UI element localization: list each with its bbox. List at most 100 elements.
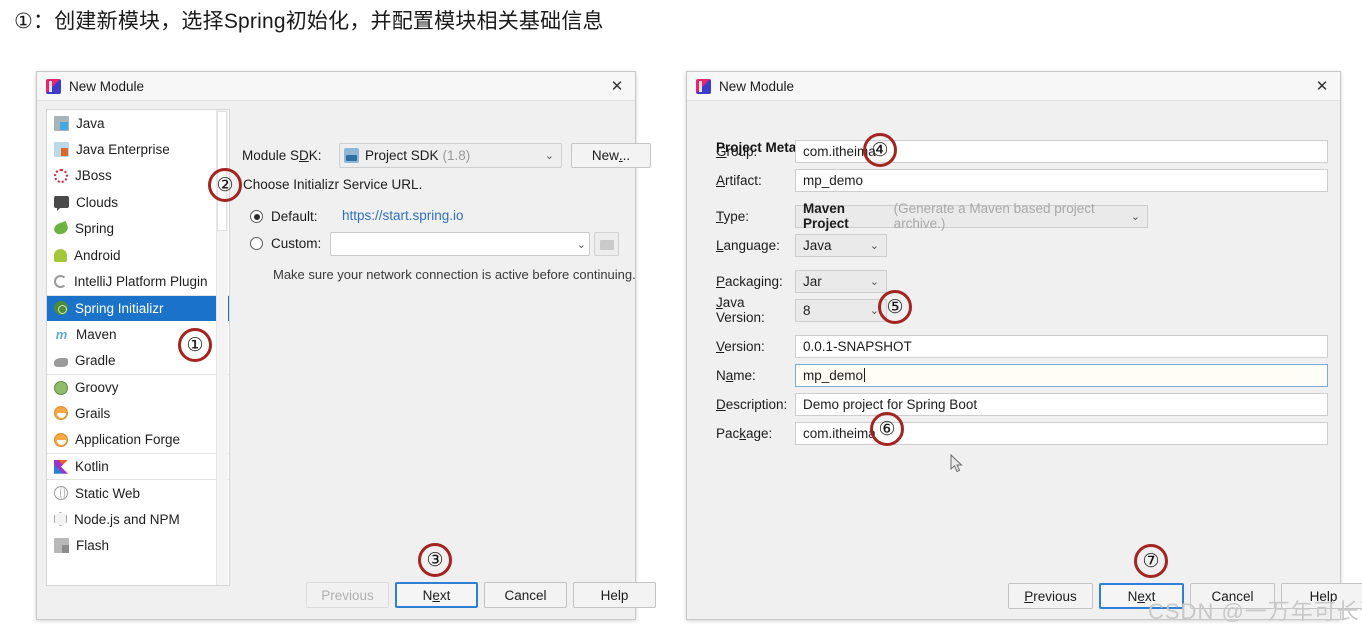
category-item-java[interactable]: Java <box>47 110 229 136</box>
category-item-jboss[interactable]: JBoss <box>47 163 229 189</box>
category-item-grails[interactable]: Grails <box>47 400 229 426</box>
type-combobox[interactable]: Maven Project (Generate a Maven based pr… <box>795 201 1148 231</box>
left-dialog-title: New Module <box>69 78 145 94</box>
flash-icon <box>54 537 69 553</box>
category-item-android[interactable]: Android <box>47 242 229 268</box>
language-label: Language: <box>716 237 780 253</box>
annotation-marker-7: ⑦ <box>1134 544 1168 578</box>
module-sdk-label: Module SDK: <box>242 148 322 163</box>
initializr-icon <box>54 301 68 316</box>
right-dialog-titlebar: New Module ✕ <box>687 72 1340 101</box>
android-icon <box>54 248 67 262</box>
packaging-value: Jar <box>803 273 822 289</box>
java-version-combobox[interactable]: 8 ⌄ <box>795 298 887 322</box>
previous-button-label: Previous <box>1024 588 1077 604</box>
category-item-spring-initializr[interactable]: Spring Initializr <box>47 294 229 322</box>
name-label: Name: <box>716 367 756 383</box>
artifact-input[interactable]: mp_demo <box>795 168 1328 192</box>
annotation-marker-3: ③ <box>418 543 452 577</box>
annotation-marker-4: ④ <box>863 133 897 167</box>
language-value: Java <box>803 237 832 253</box>
intellij-icon <box>54 275 67 289</box>
network-note: Make sure your network connection is act… <box>273 267 636 282</box>
name-input-value: mp_demo <box>803 367 864 383</box>
description-input[interactable]: Demo project for Spring Boot <box>795 392 1328 416</box>
previous-button: Previous <box>306 582 389 608</box>
category-item-node-js-and-npm[interactable]: Node.js and NPM <box>47 506 229 532</box>
java-icon <box>54 115 69 131</box>
sdk-icon <box>344 148 359 163</box>
type-label: Type: <box>716 208 750 224</box>
category-item-kotlin[interactable]: Kotlin <box>47 453 229 479</box>
chevron-down-icon: ⌄ <box>1130 210 1140 223</box>
category-item-application-forge[interactable]: Application Forge <box>47 427 229 453</box>
language-combobox[interactable]: Java ⌄ <box>795 233 887 257</box>
default-radio-label: Default: <box>271 209 318 224</box>
gradle-icon <box>54 357 68 367</box>
category-item-label: Kotlin <box>75 459 109 475</box>
default-url-radio[interactable]: Default: <box>250 209 318 224</box>
module-sdk-combobox[interactable]: Project SDK (1.8) ⌄ <box>339 143 562 168</box>
group-row: Group: com.itheima <box>716 139 1328 163</box>
category-item-label: Clouds <box>76 194 119 210</box>
category-item-static-web[interactable]: Static Web <box>47 479 229 505</box>
type-hint: (Generate a Maven based project archive.… <box>893 201 1095 231</box>
description-row: Description: Demo project for Spring Boo… <box>716 392 1328 416</box>
radio-custom-icon <box>250 237 263 250</box>
intellij-module-icon <box>46 78 61 94</box>
category-item-label: JBoss <box>75 168 112 184</box>
packaging-label: Packaging: <box>716 273 783 289</box>
right-dialog-body: Project Metadata Group: com.itheima Arti… <box>687 101 1362 619</box>
category-item-label: Java <box>76 115 105 131</box>
category-item-java-enterprise[interactable]: Java Enterprise <box>47 136 229 162</box>
category-item-groovy[interactable]: Groovy <box>47 373 229 400</box>
category-item-label: Maven <box>76 326 117 342</box>
artifact-row: Artifact: mp_demo <box>716 168 1328 192</box>
next-button[interactable]: Next <box>395 582 478 608</box>
version-label: Version: <box>716 338 765 354</box>
mouse-cursor <box>950 454 963 473</box>
java-version-label: Java Version: <box>716 295 765 325</box>
artifact-label: Artifact: <box>716 172 762 188</box>
groovy-icon <box>54 380 68 395</box>
clouds-icon <box>54 196 69 212</box>
category-item-label: Spring Initializr <box>75 300 164 316</box>
page-caption: ①：创建新模块，选择Spring初始化，并配置模块相关基础信息 <box>14 10 604 33</box>
jboss-icon <box>54 168 68 183</box>
next-button-label: Next <box>422 587 451 603</box>
grails-icon <box>54 406 68 421</box>
name-input[interactable]: mp_demo <box>795 363 1328 387</box>
category-item-spring[interactable]: Spring <box>47 216 229 242</box>
type-value: Maven Project <box>803 201 849 231</box>
chevron-down-icon: ⌄ <box>869 239 879 252</box>
category-item-clouds[interactable]: Clouds <box>47 189 229 215</box>
new-sdk-button[interactable]: New... <box>571 143 651 168</box>
module-sdk-value: Project SDK <box>365 148 439 163</box>
custom-url-combobox[interactable]: ⌄ <box>330 232 590 256</box>
category-item-flash[interactable]: Flash <box>47 532 229 558</box>
help-button[interactable]: Help <box>573 582 656 608</box>
close-icon[interactable]: ✕ <box>605 75 629 98</box>
version-input[interactable]: 0.0.1-SNAPSHOT <box>795 334 1328 358</box>
packaging-combobox[interactable]: Jar ⌄ <box>795 269 887 293</box>
grails-icon <box>54 432 68 447</box>
custom-url-radio[interactable]: Custom: <box>250 236 321 251</box>
category-item-intellij-platform-plugin[interactable]: IntelliJ Platform Plugin <box>47 268 229 294</box>
java-ee-icon <box>54 142 69 158</box>
custom-url-browse-button[interactable] <box>594 232 619 256</box>
right-dialog-title: New Module <box>719 78 795 94</box>
java-version-row: Java Version: 8 ⌄ <box>716 295 887 325</box>
custom-radio-label: Custom: <box>271 236 322 251</box>
cancel-button[interactable]: Cancel <box>484 582 567 608</box>
default-url-link[interactable]: https://start.spring.io <box>342 208 464 223</box>
category-item-label: Node.js and NPM <box>74 511 180 527</box>
annotation-marker-2: ② <box>208 168 242 202</box>
previous-button[interactable]: Previous <box>1008 583 1093 609</box>
category-item-label: Groovy <box>75 380 119 396</box>
nodejs-icon <box>54 512 67 527</box>
maven-icon: m <box>55 326 68 342</box>
radio-default-icon <box>250 210 263 223</box>
version-row: Version: 0.0.1-SNAPSHOT <box>716 334 1328 358</box>
java-version-value: 8 <box>803 302 811 318</box>
close-icon[interactable]: ✕ <box>1310 75 1334 98</box>
